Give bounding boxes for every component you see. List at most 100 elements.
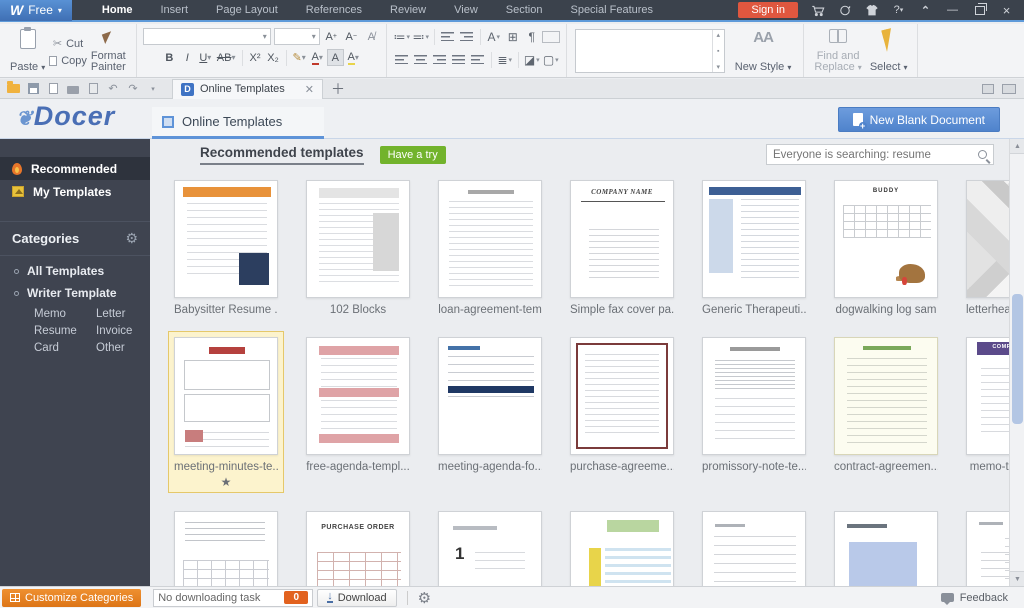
template-thumbnail[interactable] (570, 511, 674, 586)
tab-insert[interactable]: Insert (148, 1, 200, 19)
search-input[interactable] (773, 149, 978, 161)
template-thumbnail[interactable]: COMPANY NAME (570, 180, 674, 298)
template-card[interactable]: PURCHASE ORDER (300, 505, 416, 586)
superscript-button[interactable]: X² (247, 49, 264, 66)
template-thumbnail[interactable] (438, 337, 542, 455)
sidebar-item-writer-template[interactable]: Writer Template (0, 278, 150, 300)
feedback-button[interactable]: Feedback (941, 592, 1008, 604)
have-a-try-button[interactable]: Have a try (380, 146, 446, 164)
template-thumbnail[interactable] (174, 180, 278, 298)
align-right-button[interactable] (431, 51, 449, 68)
tab-home[interactable]: Home (90, 1, 145, 19)
document-tab-online-templates[interactable]: D Online Templates ✕ (172, 79, 323, 99)
tab-section[interactable]: Section (494, 1, 555, 19)
new-style-button[interactable]: AA New Style ▾ (729, 28, 798, 74)
qat-dropdown-icon[interactable]: ▾ (146, 82, 160, 95)
template-thumbnail[interactable]: PURCHASE ORDER (306, 511, 410, 586)
font-color-button[interactable]: A▾ (309, 49, 326, 66)
minimize-icon[interactable]: — (945, 3, 960, 17)
grow-font-button[interactable]: A+ (323, 28, 340, 45)
align-center-button[interactable] (412, 51, 430, 68)
vertical-scrollbar[interactable]: ▲ ▼ (1009, 139, 1024, 586)
template-card[interactable]: 102 Blocks (300, 174, 416, 319)
template-thumbnail[interactable] (306, 337, 410, 455)
new-tab-button[interactable]: ＋ (331, 79, 345, 99)
template-card[interactable]: contract-agreemen... (828, 331, 944, 476)
text-box-button[interactable] (542, 31, 560, 43)
tab-review[interactable]: Review (378, 1, 438, 19)
template-card[interactable]: BUDDYdogwalking log sam (828, 174, 944, 319)
shrink-font-button[interactable]: A− (343, 28, 360, 45)
numbering-button[interactable]: ≕▾ (412, 28, 430, 45)
find-replace-button[interactable]: Find andReplace ▾ (810, 28, 865, 74)
template-thumbnail[interactable]: BUDDY (834, 180, 938, 298)
borders-button[interactable]: ▢▾ (542, 51, 560, 68)
font-size-select[interactable]: ▾ (274, 28, 320, 45)
template-thumbnail[interactable] (438, 180, 542, 298)
template-card[interactable]: 12 (432, 505, 548, 586)
template-thumbnail[interactable] (834, 511, 938, 586)
gear-icon[interactable]: ⚙ (125, 230, 138, 247)
sidebar-item-recommended[interactable]: Recommended (0, 157, 150, 180)
select-button[interactable]: Select ▾ (866, 28, 912, 74)
template-card[interactable] (696, 505, 812, 586)
template-card[interactable]: promissory-note-te... (696, 331, 812, 476)
template-card[interactable] (828, 505, 944, 586)
template-thumbnail[interactable] (702, 180, 806, 298)
open-folder-icon[interactable] (6, 82, 20, 95)
subcategory-invoice[interactable]: Invoice (96, 325, 158, 337)
close-tab-icon[interactable]: ✕ (305, 83, 314, 96)
subcategory-letter[interactable]: Letter (96, 308, 158, 320)
subscript-button[interactable]: X₂ (265, 49, 282, 66)
styles-gallery-scroll[interactable]: ▴▪▾ (712, 30, 724, 72)
styles-gallery[interactable]: ▴▪▾ (575, 29, 725, 73)
distribute-button[interactable] (469, 51, 487, 68)
sign-in-button[interactable]: Sign in (738, 2, 798, 18)
template-thumbnail[interactable] (834, 337, 938, 455)
justify-button[interactable] (450, 51, 468, 68)
search-box[interactable] (766, 144, 994, 165)
paste-button[interactable]: Paste ▾ (6, 28, 49, 74)
search-icon[interactable] (978, 150, 987, 159)
undo-icon[interactable]: ↶ (106, 82, 120, 95)
template-thumbnail[interactable] (306, 180, 410, 298)
align-left-button[interactable] (393, 51, 411, 68)
text-effects-button[interactable]: ✎▾ (291, 49, 308, 66)
redo-icon[interactable]: ↷ (126, 82, 140, 95)
scroll-up-icon[interactable]: ▲ (1010, 139, 1024, 154)
favorite-star-icon[interactable]: ★ (174, 473, 278, 490)
clear-format-button[interactable]: A̸ (363, 28, 380, 45)
template-thumbnail[interactable]: 12 (438, 511, 542, 586)
template-thumbnail[interactable] (570, 337, 674, 455)
close-icon[interactable]: × (999, 3, 1014, 17)
template-card[interactable] (168, 505, 284, 586)
increase-indent-button[interactable] (458, 28, 476, 45)
text-direction-button[interactable]: A▾ (485, 28, 503, 45)
subcategory-resume[interactable]: Resume (34, 325, 96, 337)
subcategory-memo[interactable]: Memo (34, 308, 96, 320)
bullets-button[interactable]: ≔▾ (393, 28, 411, 45)
customize-categories-button[interactable]: Customize Categories (2, 589, 141, 607)
format-painter-button[interactable]: ◤ FormatPainter (87, 28, 130, 74)
skin-icon[interactable] (864, 3, 879, 17)
tab-view[interactable]: View (442, 1, 490, 19)
character-shading-button[interactable]: A (327, 49, 344, 66)
underline-button[interactable]: U▾ (197, 49, 214, 66)
app-menu-button[interactable]: W Free ▾ (0, 0, 72, 21)
cart-icon[interactable] (810, 3, 825, 17)
template-card[interactable]: free-agenda-templ... (300, 331, 416, 476)
highlight-button[interactable]: A▾ (345, 49, 362, 66)
layout-switch-icon[interactable] (982, 84, 994, 94)
font-name-select[interactable]: ▾ (143, 28, 271, 45)
sidebar-item-all-templates[interactable]: All Templates (0, 256, 150, 278)
collapse-ribbon-icon[interactable]: ⌃ (918, 3, 933, 17)
sidebar-item-my-templates[interactable]: My Templates (0, 180, 150, 203)
table-grid-icon[interactable]: ⊞ (504, 28, 522, 45)
template-card[interactable]: meeting-minutes-te...★ (168, 331, 284, 493)
template-thumbnail[interactable] (174, 511, 278, 586)
subcategory-card[interactable]: Card (34, 342, 96, 354)
italic-button[interactable]: I (179, 49, 196, 66)
help-icon[interactable]: ?▾ (891, 3, 906, 17)
save-icon[interactable] (26, 82, 40, 95)
shading-button[interactable]: ◪▾ (523, 51, 541, 68)
